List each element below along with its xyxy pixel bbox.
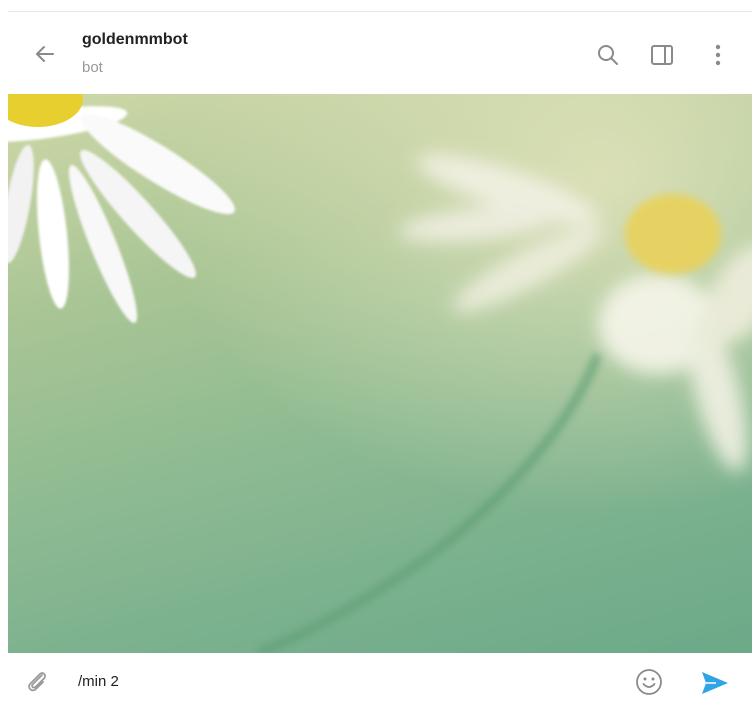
back-button[interactable] bbox=[30, 39, 60, 69]
paperclip-icon bbox=[28, 672, 46, 692]
chat-status: bot bbox=[82, 59, 103, 76]
chat-title[interactable]: goldenmmbot bbox=[82, 31, 188, 49]
telegram-chat-window: goldenmmbot bot bbox=[0, 0, 752, 711]
search-icon bbox=[598, 45, 618, 65]
emoji-button[interactable] bbox=[634, 667, 664, 697]
sidebar-toggle-icon bbox=[651, 45, 673, 65]
more-vertical-icon bbox=[715, 44, 721, 66]
chat-wallpaper bbox=[8, 94, 752, 653]
sidebar-toggle-button[interactable] bbox=[648, 41, 676, 69]
chat-header: goldenmmbot bot bbox=[8, 11, 752, 95]
send-arrow-icon bbox=[702, 672, 728, 694]
attach-button[interactable] bbox=[22, 667, 52, 697]
more-button[interactable] bbox=[704, 41, 732, 69]
message-composer bbox=[8, 653, 752, 711]
message-input[interactable] bbox=[78, 668, 598, 694]
smile-icon bbox=[636, 669, 662, 695]
search-button[interactable] bbox=[594, 41, 622, 69]
arrow-left-icon bbox=[36, 46, 54, 62]
send-button[interactable] bbox=[700, 669, 730, 697]
chamomile-wallpaper bbox=[8, 94, 752, 653]
